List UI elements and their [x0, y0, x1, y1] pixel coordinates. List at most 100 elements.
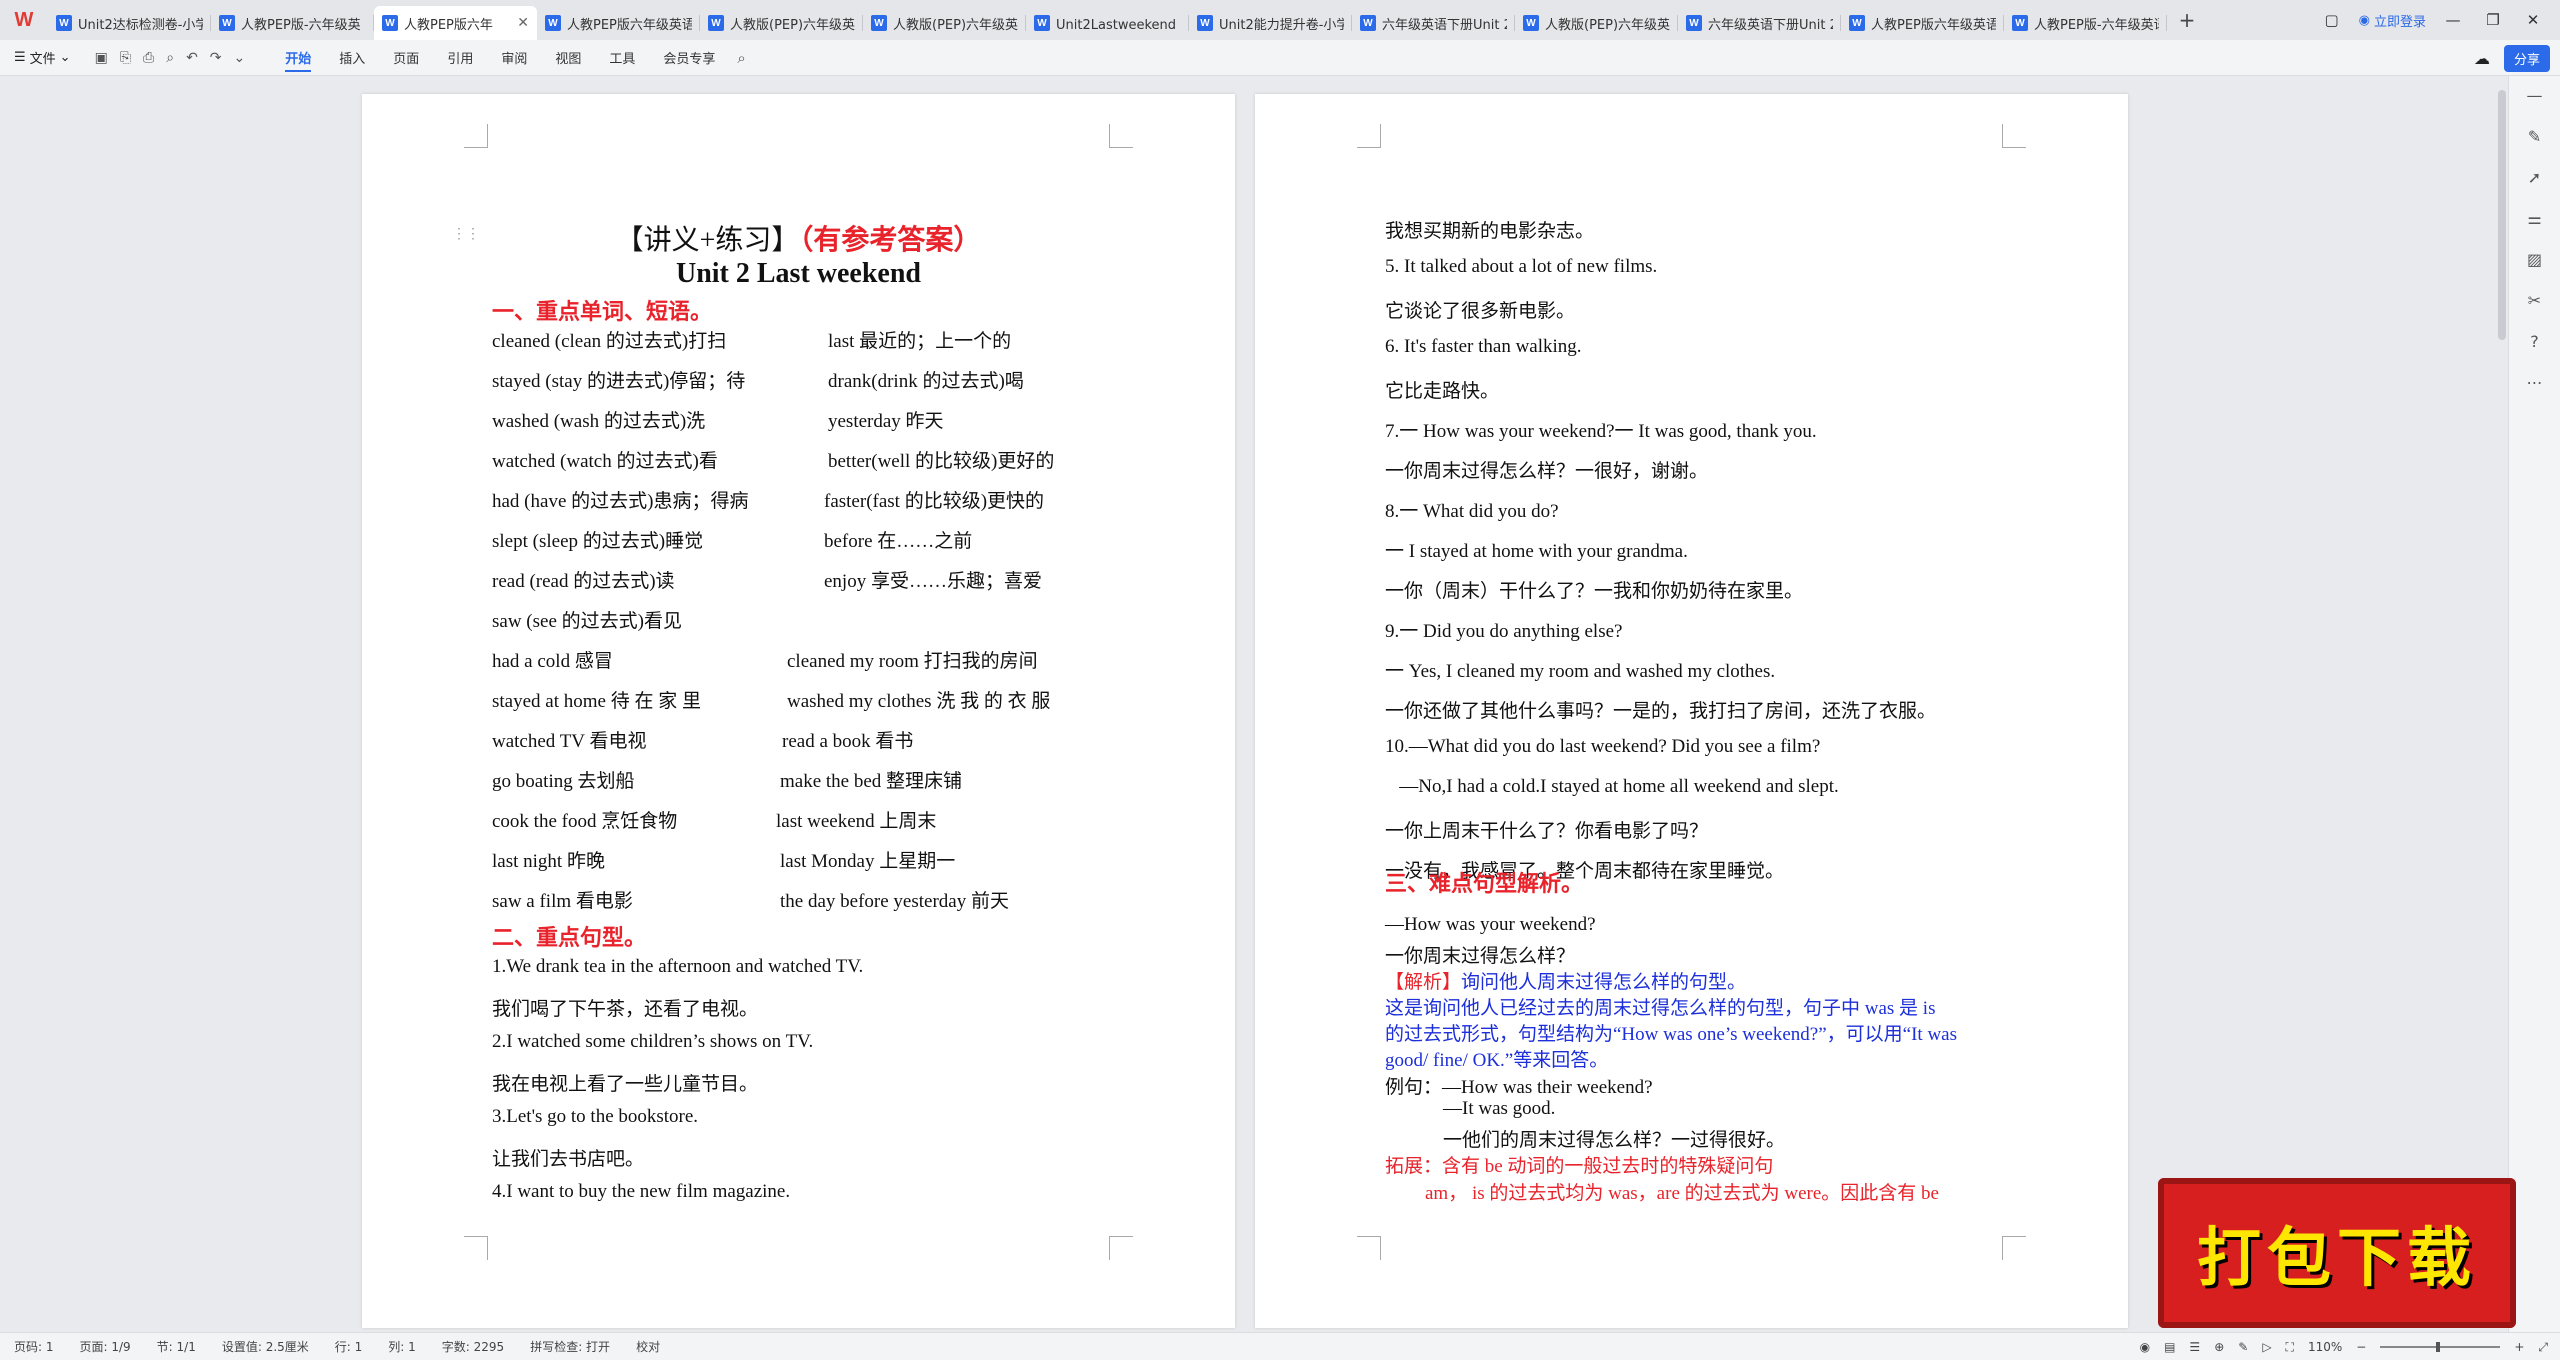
fullscreen-icon[interactable]: ⤢ — [2538, 1340, 2548, 1355]
settings-sliders-icon[interactable]: ⚌ — [2527, 209, 2541, 228]
document-tab[interactable]: W Unit2能力提升卷-小学 — [1189, 6, 1352, 40]
document-tab[interactable]: W 人教版(PEP)六年级英 — [1515, 6, 1678, 40]
zoom-level[interactable]: 110% — [2308, 1340, 2342, 1354]
vocab-item: stayed (stay 的进去式)停留；待 — [492, 371, 746, 392]
vocab-item: read a book 看书 — [782, 731, 914, 752]
page-title: 【讲义+练习】（有参考答案） — [362, 218, 1235, 258]
vocab-item: yesterday 昨天 — [828, 411, 944, 432]
tools-icon[interactable]: ✂ — [2528, 291, 2541, 310]
document-tab[interactable]: W 人教PEP版六年级英语 — [537, 6, 700, 40]
share-button[interactable]: 分享 — [2503, 44, 2550, 72]
vocab-item: washed my clothes 洗 我 的 衣 服 — [787, 691, 1051, 712]
document-page-1[interactable]: ⋮⋮ 【讲义+练习】（有参考答案） Unit 2 Last weekend 一、… — [362, 94, 1235, 1328]
undo-icon[interactable]: ↶ — [186, 50, 198, 66]
document-tab[interactable]: W 六年级英语下册Unit 2 — [1352, 6, 1515, 40]
analysis-tag-text: 询问他人周末过得怎么样的句型。 — [1461, 972, 1747, 993]
new-tab-button[interactable]: + — [2167, 3, 2207, 37]
document-tab[interactable]: W 人教PEP版-六年级英语 — [2004, 6, 2167, 40]
status-words[interactable]: 字数: 2295 — [442, 1338, 504, 1355]
dialogue-line: —No,I had a cold.I stayed at home all we… — [1385, 776, 1839, 797]
dialogue-line: 一你还做了其他什么事吗？一是的，我打扫了房间，还洗了衣服。 — [1385, 701, 1937, 722]
minus-icon[interactable]: — — [2527, 86, 2543, 105]
zoom-out-button[interactable]: − — [2356, 1340, 2366, 1354]
tab-label: 人教PEP版-六年级英语 — [2034, 17, 2159, 33]
example-2: —It was good. — [1443, 1098, 1556, 1119]
document-tab[interactable]: W 六年级英语下册Unit 2 — [1678, 6, 1841, 40]
document-tab[interactable]: W 人教PEP版六年 ✕ — [374, 6, 537, 40]
image-icon[interactable]: ▨ — [2527, 250, 2542, 269]
export-icon[interactable]: ⎘ — [120, 50, 131, 66]
vocab-item: saw a film 看电影 — [492, 891, 633, 912]
ribbon-tab[interactable]: 工具 — [595, 40, 649, 76]
preview-icon[interactable]: ⌕ — [166, 50, 174, 66]
ribbon-tab[interactable]: 审阅 — [487, 40, 541, 76]
print-icon[interactable]: ⎙ — [143, 50, 154, 66]
document-page-2[interactable]: 我想买期新的电影杂志。 5. It talked about a lot of n… — [1255, 94, 2128, 1328]
ribbon-tab[interactable]: 视图 — [541, 40, 595, 76]
document-tab[interactable]: W Unit2达标检测卷-小学 — [48, 6, 211, 40]
ribbon-tab[interactable]: 开始 — [271, 40, 325, 76]
vocab-item: cleaned my room 打扫我的房间 — [787, 651, 1038, 672]
crop-mark — [464, 124, 488, 148]
ribbon-tab[interactable]: 页面 — [379, 40, 433, 76]
dialogue-line: 一你（周末）干什么了？一我和你奶奶待在家里。 — [1385, 581, 1804, 602]
crop-mark — [1357, 124, 1381, 148]
sentence-line: 让我们去书店吧。 — [492, 1148, 645, 1170]
pen-icon[interactable]: ✎ — [2238, 1340, 2248, 1354]
document-tab[interactable]: W 人教版(PEP)六年级英 — [863, 6, 1026, 40]
minimize-button[interactable]: — — [2440, 11, 2466, 29]
ribbon-tab[interactable]: 会员专享 — [649, 40, 729, 76]
document-tab[interactable]: W 人教版(PEP)六年级英 — [700, 6, 863, 40]
zoom-in-button[interactable]: + — [2514, 1340, 2524, 1354]
cloud-icon[interactable]: ☁ — [2474, 49, 2490, 68]
maximize-button[interactable]: ❐ — [2480, 11, 2506, 29]
fit-icon[interactable]: ⛶ — [2286, 1340, 2294, 1355]
vocab-item: stayed at home 待 在 家 里 — [492, 691, 701, 712]
web-view-icon[interactable]: ⊕ — [2214, 1340, 2224, 1354]
chevron-down-icon[interactable]: ⌄ — [234, 50, 246, 66]
search-icon[interactable]: ⌕ — [737, 49, 745, 67]
status-spellcheck[interactable]: 拼写检查: 打开 — [530, 1338, 610, 1355]
ribbon-tab[interactable]: 引用 — [433, 40, 487, 76]
ribbon-tabs: 开始 插入 页面 引用 审阅 视图 工具 会员专享 — [271, 40, 729, 76]
more-icon[interactable]: ⋯ — [2527, 373, 2543, 392]
outline-icon[interactable]: ☰ — [2189, 1340, 2200, 1354]
redo-icon[interactable]: ↷ — [210, 50, 222, 66]
ribbon-tab[interactable]: 插入 — [325, 40, 379, 76]
analysis-explain-1: 这是询问他人已经过去的周末过得怎么样的句型，句子中 was 是 is — [1385, 998, 1936, 1019]
select-icon[interactable]: ➚ — [2528, 168, 2541, 187]
pen-icon[interactable]: ✎ — [2528, 127, 2541, 146]
status-setting[interactable]: 设置值: 2.5厘米 — [222, 1338, 309, 1355]
close-tab-icon[interactable]: ✕ — [517, 15, 529, 31]
eye-icon[interactable]: ◉ — [2140, 1340, 2150, 1354]
window-icon[interactable]: ▢ — [2319, 11, 2345, 29]
vertical-scrollbar[interactable] — [2498, 90, 2506, 340]
analysis-explain-3: good/ fine/ OK.”等来回答。 — [1385, 1050, 1609, 1071]
play-icon[interactable]: ▷ — [2262, 1340, 2271, 1354]
menu-icon: ☰ — [14, 50, 26, 65]
dialogue-line: 7.一 How was your weekend?一 It was good, … — [1385, 421, 1817, 442]
document-tab[interactable]: W Unit2Lastweekend（ — [1026, 6, 1189, 40]
status-pages[interactable]: 页面: 1/9 — [80, 1338, 131, 1355]
dialogue-line: 5. It talked about a lot of new films. — [1385, 256, 1658, 277]
save-icon[interactable]: ▣ — [95, 50, 108, 66]
login-button[interactable]: ◉ 立即登录 — [2359, 11, 2426, 30]
dialogue-line: 一你上周末干什么了？你看电影了吗？ — [1385, 821, 1709, 842]
sentence-line: 我们喝了下午茶，还看了电视。 — [492, 998, 759, 1020]
file-menu[interactable]: ☰ 文件 ⌄ — [0, 48, 85, 67]
vocab-item: make the bed 整理床铺 — [780, 771, 963, 792]
wps-logo[interactable]: W — [0, 0, 48, 40]
tabbar-right: ▢ ◉ 立即登录 — ❐ ✕ — [2319, 0, 2560, 40]
page-view-icon[interactable]: ▤ — [2164, 1340, 2175, 1354]
dialogue-line: 10.—What did you do last weekend? Did yo… — [1385, 736, 1821, 757]
document-tab[interactable]: W 人教PEP版六年级英语 — [1841, 6, 2004, 40]
status-proof[interactable]: 校对 — [636, 1338, 660, 1355]
zoom-slider[interactable] — [2380, 1342, 2501, 1352]
vocab-item: cook the food 烹饪食物 — [492, 811, 678, 832]
help-icon[interactable]: ? — [2530, 332, 2539, 351]
vocab-item: had a cold 感冒 — [492, 651, 613, 672]
document-tab[interactable]: W 人教PEP版-六年级英 — [211, 6, 374, 40]
download-package-badge[interactable]: 打包下载 — [2158, 1178, 2516, 1328]
document-workspace[interactable]: ⋮⋮ 【讲义+练习】（有参考答案） Unit 2 Last weekend 一、… — [0, 76, 2508, 1332]
close-button[interactable]: ✕ — [2520, 11, 2546, 29]
